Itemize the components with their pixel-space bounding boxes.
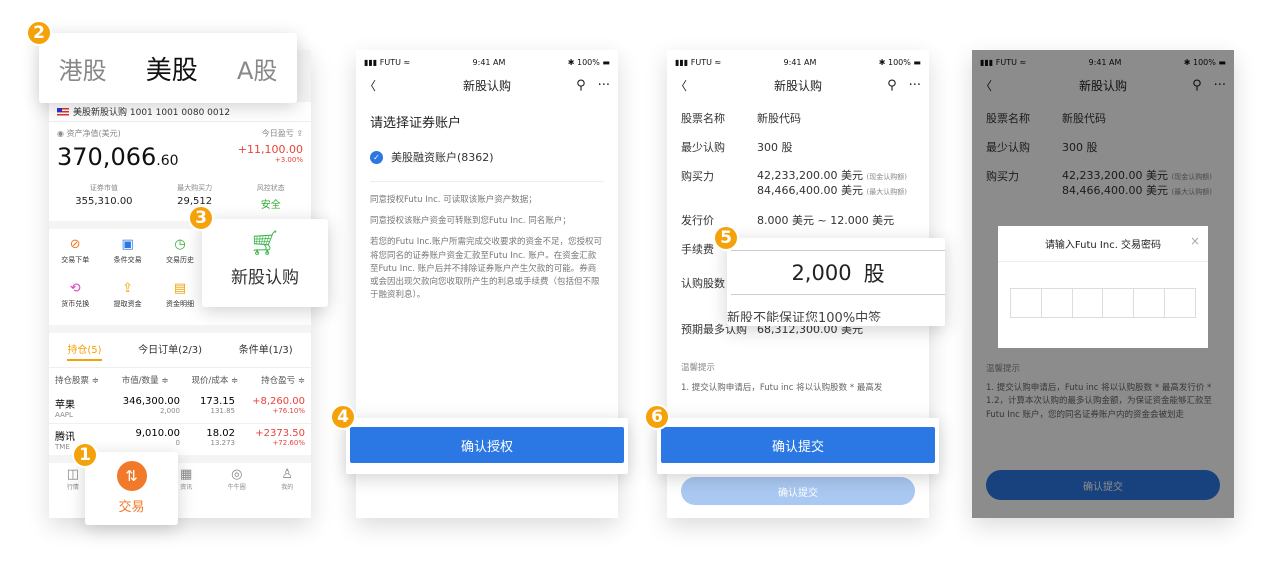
buying-power-row: 购买力 42,233,200.00 美元 (现金认购额) 84,466,400.00… <box>681 169 907 198</box>
tab-us-stocks[interactable]: 美股 <box>146 50 198 87</box>
status-bar: ▮▮▮ FUTU ≈9:41 AM ✱ 100% ▬ <box>675 57 921 67</box>
exchange-icon: ⟲ <box>69 281 81 296</box>
account-option[interactable]: ✓ 美股融资账户(8362) <box>370 149 604 165</box>
step-badge: 3 <box>188 205 214 231</box>
nav-bar: 〈新股认购 ⚲ ··· <box>356 74 618 96</box>
tab-conditional-orders[interactable]: 条件单(1/3) <box>239 341 293 361</box>
field-row: 股票名称 新股代码 <box>681 112 801 125</box>
nav-label: ◉ 资产净值(美元) <box>57 129 121 138</box>
account-bar[interactable]: 美股新股认购 1001 1001 0080 0012 <box>49 102 311 122</box>
tab-news[interactable]: ▦ 资讯 <box>180 467 192 491</box>
col-pnl[interactable]: 持仓盈亏 ≑ <box>261 374 305 386</box>
confirm-submit-button[interactable]: 确认提交 <box>661 427 935 463</box>
step-badge: 2 <box>26 20 52 46</box>
news-icon: ▦ <box>179 467 193 482</box>
us-flag-icon <box>57 107 69 116</box>
withdraw-icon: ⇪ <box>122 281 134 296</box>
more-icon[interactable]: ··· <box>909 78 921 93</box>
password-dialog: 请输入Futu Inc. 交易密码 × <box>998 226 1208 348</box>
currency-exchange-button[interactable]: ⟲ 货币兑换 <box>49 281 101 325</box>
history-icon: ◷ <box>174 237 186 252</box>
today-pnl-pct: +3.00% <box>274 156 303 164</box>
position-tabs: 持仓(5) 今日订单(2/3) 条件单(1/3) <box>49 333 311 368</box>
community-icon: ◎ <box>231 467 243 482</box>
trade-history-button[interactable]: ◷ 交易历史 <box>154 237 206 273</box>
confirm-authorize-button[interactable]: 确认授权 <box>350 427 624 463</box>
agreement-line: 若您的Futu Inc.账户所需完成交收要求的资金不足，您授权可将您同名的证券账… <box>370 237 603 301</box>
submit-button-ghost[interactable]: 确认提交 <box>681 477 915 505</box>
tab-community[interactable]: ◎ 牛牛圈 <box>228 467 246 491</box>
market-switch-popup: 港股 美股 A股 <box>39 33 297 103</box>
quantity-popup: 2,000 股 新股不能保证您100%中签 <box>727 238 945 326</box>
more-icon[interactable]: ··· <box>598 78 610 93</box>
tip-title: 温馨提示 <box>681 362 716 373</box>
cart-icon: 🛒︎ <box>249 229 281 257</box>
tab-hk-stocks[interactable]: 港股 <box>59 51 107 86</box>
ipo-popup[interactable]: 🛒︎ 新股认购 <box>202 219 328 307</box>
allotment-note: 新股不能保证您100%中签 <box>727 311 882 322</box>
price-row: 发行价 8.000 美元 ~ 12.000 美元 <box>681 213 895 227</box>
tab-today-orders[interactable]: 今日订单(2/3) <box>138 341 202 361</box>
ipo-label: 新股认购 <box>231 268 299 288</box>
chart-icon: ◫ <box>66 467 80 482</box>
col-market-value[interactable]: 市值/数量 ≑ <box>122 374 169 386</box>
status-bar: ▮▮▮ FUTU ≈9:41 AM ✱ 100% ▬ <box>364 57 610 67</box>
search-icon[interactable]: ⚲ <box>576 78 586 93</box>
step-badge: 1 <box>72 442 98 468</box>
col-price[interactable]: 现价/成本 ≑ <box>191 374 238 386</box>
tab-me[interactable]: ♙ 我的 <box>281 467 293 491</box>
back-icon[interactable]: 〈 <box>364 77 376 94</box>
field-row: 最少认购 300 股 <box>681 141 793 154</box>
order-icon: ⊘ <box>69 237 81 252</box>
withdraw-button[interactable]: ⇪ 提取资金 <box>101 281 153 325</box>
fund-detail-button[interactable]: ▤ 资金明细 <box>154 281 206 325</box>
trade-icon: ⇅ <box>116 461 147 491</box>
close-icon[interactable]: × <box>1190 234 1200 248</box>
submit-popup: 确认提交 <box>657 418 939 474</box>
asset-value: 370,066.60 <box>57 143 179 171</box>
agreement-line: 同意授权Futu Inc. 可读取该账户资产数据； <box>370 195 537 205</box>
authorize-popup: 确认授权 <box>346 418 628 474</box>
dialog-title: 请输入Futu Inc. 交易密码 × <box>1044 234 1200 251</box>
person-icon: ♙ <box>281 467 294 482</box>
trade-label: 交易 <box>118 500 145 515</box>
step-badge: 4 <box>330 404 356 430</box>
nav-bar: 〈新股认购 ⚲ ··· <box>667 74 929 96</box>
phone-password: ▮▮▮ FUTU ≈9:41 AM ✱ 100% ▬ 〈新股认购 ⚲ ··· 股票名称… <box>972 50 1234 518</box>
today-pnl: +11,100.00 <box>237 143 303 156</box>
eye-icon[interactable]: ◉ <box>57 129 67 138</box>
agreement-line: 同意授权该账户资金可转账到您Futu Inc. 同名账户； <box>370 216 571 227</box>
condition-icon: ▣ <box>121 237 134 252</box>
step-badge: 6 <box>644 404 670 430</box>
order-button[interactable]: ⊘ 交易下单 <box>49 237 101 273</box>
table-row[interactable]: 苹果 AAPL 346,300.00 2,000 173.15 131.85 +8,2… <box>49 392 311 424</box>
back-icon[interactable]: 〈 <box>675 77 687 94</box>
search-icon[interactable]: ⚲ <box>887 78 897 93</box>
tab-a-stocks[interactable]: A股 <box>237 51 277 86</box>
tab-positions[interactable]: 持仓(5) <box>67 341 102 361</box>
col-stock[interactable]: 持仓股票 ≑ <box>55 374 99 386</box>
quantity-input[interactable]: 2,000 股 <box>731 250 945 295</box>
tab-quotes[interactable]: ◫ 行情 <box>67 467 79 491</box>
check-icon: ✓ <box>370 150 383 164</box>
tip-text: 1. 提交认购申请后，Futu inc 将以认购股数 * 最高发 <box>681 382 883 393</box>
carrier: ▮▮▮ FUTU ≈ <box>364 57 411 67</box>
trade-tab-popup[interactable]: ⇅ 交易 <box>85 452 178 525</box>
password-input[interactable] <box>1010 288 1196 318</box>
account-number: 美股新股认购 1001 1001 0080 0012 <box>73 108 231 118</box>
detail-icon: ▤ <box>173 281 187 296</box>
conditional-trade-button[interactable]: ▣ 条件交易 <box>101 237 153 273</box>
step-badge: 5 <box>713 225 739 251</box>
position-columns: 持仓股票 ≑ 市值/数量 ≑ 现价/成本 ≑ 持仓盈亏 ≑ <box>49 368 311 392</box>
section-heading: 请选择证券账户 <box>370 116 462 131</box>
today-label: 今日盈亏 ⇪ <box>261 129 303 138</box>
